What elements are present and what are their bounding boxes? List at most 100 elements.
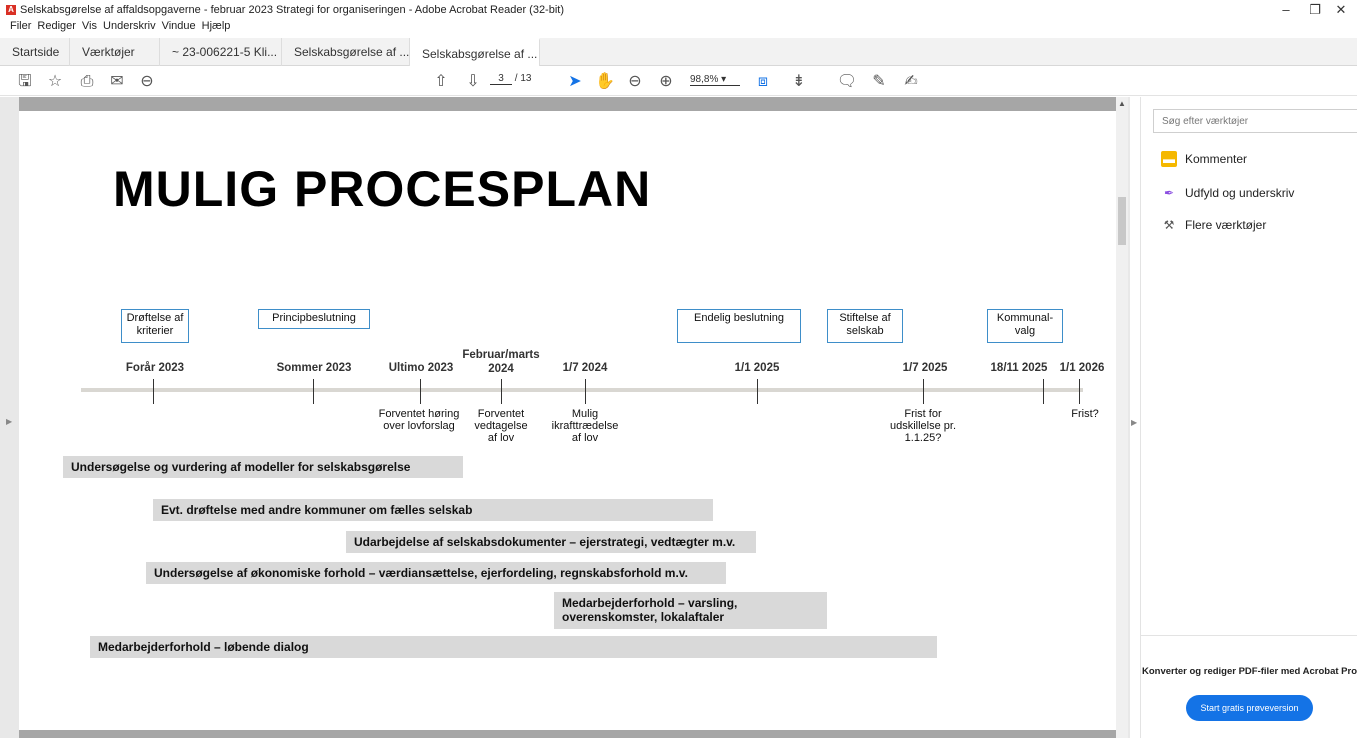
process-bar: Medarbejderforhold – varsling, overensko… bbox=[554, 592, 827, 629]
process-bar: Evt. drøftelse med andre kommuner om fæl… bbox=[153, 499, 713, 521]
print-icon[interactable]: ⎙ bbox=[76, 71, 98, 93]
right-panel-toggle-icon[interactable]: ▶ bbox=[1131, 418, 1137, 427]
timeline-axis bbox=[81, 388, 1083, 392]
comment-icon[interactable]: 🗨 bbox=[836, 71, 858, 93]
tools-panel: Søg efter værktøjer ▬ Kommenter ✒ Udfyld… bbox=[1140, 97, 1357, 738]
scroll-thumb[interactable] bbox=[1118, 197, 1126, 245]
prev-page-icon[interactable]: ⇧ bbox=[430, 71, 452, 93]
document-viewer[interactable]: MULIG PROCESPLAN Drøftelse af kriterier … bbox=[0, 97, 1130, 738]
start-trial-button[interactable]: Start gratis prøveversion bbox=[1186, 695, 1313, 721]
page-top-border bbox=[19, 97, 1116, 111]
email-icon[interactable]: ✉ bbox=[106, 71, 128, 93]
process-bar: Medarbejderforhold – løbende dialog bbox=[90, 636, 937, 658]
menu-hjaelp[interactable]: Hjælp bbox=[202, 20, 231, 36]
page-title: MULIG PROCESPLAN bbox=[113, 161, 652, 217]
page-indicator: 3 / 13 bbox=[490, 73, 546, 85]
acrobat-app-icon: A bbox=[6, 5, 16, 15]
tab-label: Værktøjer bbox=[82, 45, 135, 59]
bookmark-star-icon[interactable]: ☆ bbox=[44, 71, 66, 93]
timeline-tick bbox=[923, 379, 924, 404]
sign-icon[interactable]: ✍ bbox=[900, 71, 922, 93]
tool-label: Flere værktøjer bbox=[1185, 218, 1267, 232]
note-hoering: Forventet høring over lovforslag bbox=[378, 408, 460, 432]
zoom-select[interactable]: 98,8% ▾ bbox=[690, 74, 740, 86]
date-label: 1/1 2026 bbox=[1059, 362, 1105, 374]
date-label: 1/1 2025 bbox=[734, 362, 780, 374]
note-frist: Frist? bbox=[1071, 408, 1099, 420]
note-ikrafttraedelse: Mulig ikrafttrædelse af lov bbox=[551, 408, 619, 444]
note-frist-udskillelse: Frist for udskillelse pr. 1.1.25? bbox=[889, 408, 957, 444]
timeline-tick bbox=[757, 379, 758, 404]
tab-document-active[interactable]: Selskabsgørelse af ...× bbox=[410, 38, 540, 66]
timeline-tick bbox=[420, 379, 421, 404]
milestone-box-kommunalvalg: Kommunal-valg bbox=[987, 309, 1063, 343]
page-bottom-border bbox=[19, 730, 1116, 738]
tab-bar: Startside Værktøjer ~ 23-006221-5 Kli...… bbox=[0, 38, 1357, 66]
timeline-tick bbox=[313, 379, 314, 404]
tool-search-input[interactable]: Søg efter værktøjer bbox=[1153, 109, 1357, 133]
tool-kommenter[interactable]: ▬ Kommenter bbox=[1161, 151, 1247, 167]
close-window-button[interactable]: ✕ bbox=[1326, 2, 1356, 18]
process-bar: Udarbejdelse af selskabsdokumenter – eje… bbox=[346, 531, 756, 553]
timeline-tick bbox=[1079, 379, 1080, 404]
tab-document-1[interactable]: ~ 23-006221-5 Kli... bbox=[160, 38, 282, 66]
milestone-box-droeftelse: Drøftelse af kriterier bbox=[121, 309, 189, 343]
left-panel-toggle-icon[interactable]: ▶ bbox=[6, 417, 12, 426]
upgrade-promo: Konverter og rediger PDF-filer med Acrob… bbox=[1141, 635, 1357, 738]
date-label: 1/7 2024 bbox=[562, 362, 608, 374]
process-bar: Undersøgelse af økonomiske forhold – vær… bbox=[146, 562, 726, 584]
date-label: Ultimo 2023 bbox=[388, 362, 454, 374]
menu-underskriv[interactable]: Underskriv bbox=[103, 20, 156, 36]
zoom-search-icon[interactable]: ⊖ bbox=[136, 71, 158, 93]
window-title: Selskabsgørelse af affaldsopgaverne - fe… bbox=[20, 4, 565, 16]
zoom-value: 98,8% bbox=[690, 74, 719, 85]
timeline-tick bbox=[585, 379, 586, 404]
select-cursor-icon[interactable]: ➤ bbox=[564, 71, 586, 93]
timeline-tick bbox=[1043, 379, 1044, 404]
fit-page-icon[interactable]: ⧈ bbox=[752, 71, 774, 93]
page-total: / 13 bbox=[514, 73, 532, 84]
milestone-box-endelig-beslutning: Endelig beslutning bbox=[677, 309, 801, 343]
zoom-in-icon[interactable]: ⊕ bbox=[655, 71, 677, 93]
date-label: 18/11 2025 bbox=[990, 362, 1048, 374]
title-bar: A Selskabsgørelse af affaldsopgaverne - … bbox=[0, 0, 1357, 20]
zoom-out-icon[interactable]: ⊖ bbox=[624, 71, 646, 93]
process-bar: Undersøgelse og vurdering af modeller fo… bbox=[63, 456, 463, 478]
pdf-page: MULIG PROCESPLAN Drøftelse af kriterier … bbox=[19, 111, 1116, 731]
scroll-mode-icon[interactable]: ⇟ bbox=[788, 71, 810, 93]
tab-label: ~ 23-006221-5 Kli... bbox=[172, 45, 278, 59]
menu-bar: Filer Rediger Vis Underskriv Vindue Hjæl… bbox=[0, 20, 236, 36]
milestone-box-stiftelse: Stiftelse af selskab bbox=[827, 309, 903, 343]
timeline-tick bbox=[501, 379, 502, 404]
menu-rediger[interactable]: Rediger bbox=[37, 20, 76, 36]
menu-filer[interactable]: Filer bbox=[10, 20, 31, 36]
save-icon[interactable]: 🖫 bbox=[14, 71, 36, 93]
menu-vis[interactable]: Vis bbox=[82, 20, 97, 36]
tool-udfyld-underskriv[interactable]: ✒ Udfyld og underskriv bbox=[1161, 185, 1294, 201]
tool-flere-vaerktoejer[interactable]: ⚒ Flere værktøjer bbox=[1161, 217, 1267, 233]
menu-vindue[interactable]: Vindue bbox=[162, 20, 196, 36]
tab-startside[interactable]: Startside bbox=[0, 38, 70, 66]
minimize-button[interactable]: – bbox=[1271, 2, 1301, 17]
tab-document-2[interactable]: Selskabsgørelse af ... bbox=[282, 38, 410, 66]
tab-vaerktoejer[interactable]: Værktøjer bbox=[70, 38, 160, 66]
milestone-box-principbeslutning: Principbeslutning bbox=[258, 309, 370, 329]
tab-label: Selskabsgørelse af ... bbox=[422, 47, 538, 61]
tab-label: Startside bbox=[12, 45, 60, 59]
tab-label: Selskabsgørelse af ... bbox=[294, 45, 410, 59]
hand-tool-icon[interactable]: ✋ bbox=[594, 71, 616, 93]
comment-icon: ▬ bbox=[1161, 151, 1177, 167]
date-label: Sommer 2023 bbox=[276, 362, 352, 374]
tool-label: Kommenter bbox=[1185, 152, 1248, 166]
note-vedtagelse: Forventet vedtagelse af lov bbox=[474, 408, 528, 444]
scroll-up-icon[interactable]: ▲ bbox=[1118, 99, 1126, 108]
next-page-icon[interactable]: ⇩ bbox=[462, 71, 484, 93]
highlight-pen-icon[interactable]: ✎ bbox=[868, 71, 890, 93]
date-label: Forår 2023 bbox=[125, 362, 185, 374]
date-label: Februar/marts 2024 bbox=[462, 349, 540, 375]
vertical-scrollbar[interactable]: ▲ bbox=[1116, 97, 1128, 738]
fill-sign-icon: ✒ bbox=[1163, 186, 1175, 200]
more-tools-icon: ⚒ bbox=[1163, 218, 1175, 232]
page-number-input[interactable]: 3 bbox=[490, 73, 512, 85]
promo-text: Konverter og rediger PDF-filer med Acrob… bbox=[1141, 666, 1357, 677]
